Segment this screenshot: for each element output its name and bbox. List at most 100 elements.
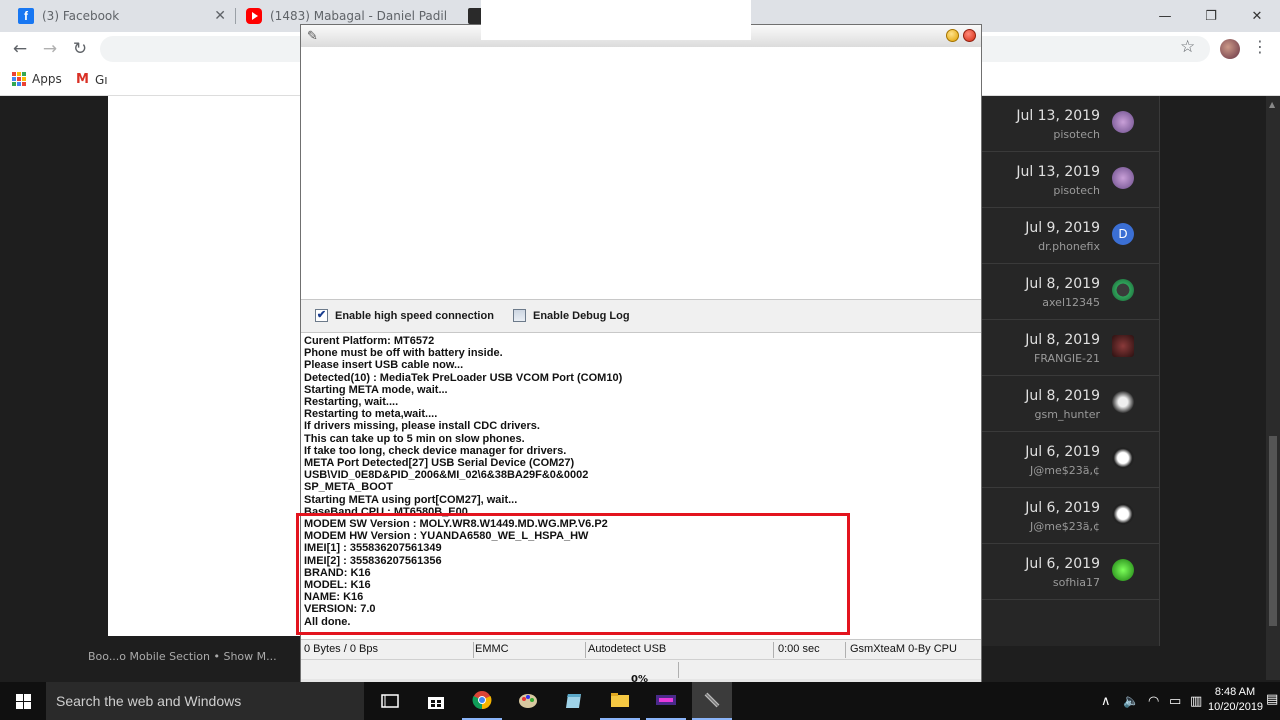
apps-grid-icon	[12, 72, 26, 86]
close-icon[interactable]: ✕	[1234, 0, 1280, 32]
avatar[interactable]	[1112, 447, 1134, 469]
clock-time: 8:48 AM	[1214, 686, 1256, 698]
post-user[interactable]: pisotech	[1053, 184, 1100, 197]
forum-row[interactable]: Jul 13, 2019 pisotech	[980, 152, 1160, 208]
log-line: USB\VID_0E8D&PID_2006&MI_02\6&38BA29F&0&…	[304, 469, 589, 482]
forward-icon[interactable]: →	[38, 37, 62, 61]
status-usb-mode: Autodetect USB	[588, 643, 667, 655]
forum-row[interactable]: Jul 8, 2019 FRANGIE-21	[980, 320, 1160, 376]
log-line: Detected(10) : MediaTek PreLoader USB VC…	[304, 371, 623, 384]
avatar[interactable]	[1112, 335, 1134, 357]
page-scrollbar[interactable]: ▲	[1266, 96, 1280, 680]
high-speed-label: Enable high speed connection	[335, 309, 494, 322]
status-time: 0:00 sec	[778, 643, 820, 655]
reload-icon[interactable]: ↻	[68, 37, 92, 61]
language-icon[interactable]: ▥	[1190, 694, 1202, 709]
chrome-button[interactable]	[462, 682, 502, 720]
post-user[interactable]: FRANGIE-21	[1034, 352, 1100, 365]
checkbox-checked-icon[interactable]: ✔	[315, 309, 328, 322]
back-icon[interactable]: ←	[8, 37, 32, 61]
highlight-box	[296, 513, 850, 635]
post-user[interactable]: J@me$23ä,¢	[1030, 464, 1100, 477]
checkbox-unchecked-icon[interactable]	[513, 309, 526, 322]
paint-button[interactable]	[508, 682, 548, 720]
restore-icon[interactable]: ❐	[1188, 0, 1234, 32]
bookmark-gmail[interactable]: M Gı	[76, 72, 108, 87]
notification-icon[interactable]: ▤	[1266, 692, 1278, 707]
log-line: If drivers missing, please install CDC d…	[304, 420, 540, 433]
post-user[interactable]: J@me$23ä,¢	[1030, 520, 1100, 533]
notes-button[interactable]	[554, 682, 594, 720]
forum-row[interactable]: Jul 6, 2019 sofhia17	[980, 544, 1160, 600]
volume-icon[interactable]: 🔈	[1123, 694, 1139, 709]
status-bar: 0 Bytes / 0 Bps EMMC Autodetect USB 0:00…	[301, 639, 981, 659]
close-icon[interactable]	[963, 29, 976, 42]
minimize-icon[interactable]: —	[1142, 0, 1188, 32]
debug-log-option[interactable]: Enable Debug Log	[513, 309, 630, 322]
taskbar-search-box[interactable]: Search the web and Windows	[46, 682, 364, 720]
app-main-panel	[301, 47, 981, 299]
log-line: SP_META_BOOT	[304, 481, 394, 494]
forum-post-list: Jul 13, 2019 pisotech Jul 13, 2019 pisot…	[980, 96, 1160, 646]
chevron-up-icon[interactable]: ∧	[1101, 694, 1111, 709]
log-line: If take too long, check device manager f…	[304, 444, 567, 457]
chrome-icon	[472, 691, 492, 710]
forum-row[interactable]: Jul 13, 2019 pisotech	[980, 96, 1160, 152]
post-user[interactable]: dr.phonefix	[1038, 240, 1100, 253]
scrollbar-thumb[interactable]	[1269, 436, 1277, 626]
post-user[interactable]: axel12345	[1042, 296, 1100, 309]
battery-icon[interactable]: ▭	[1169, 694, 1181, 709]
start-button[interactable]	[0, 682, 46, 720]
taskbar-clock[interactable]: 8:48 AM 10/20/2019	[1208, 685, 1263, 715]
options-bar: ✔ Enable high speed connection Enable De…	[301, 299, 981, 333]
post-date: Jul 8, 2019	[1025, 332, 1100, 348]
store-button[interactable]	[416, 682, 456, 720]
minimize-icon[interactable]	[946, 29, 959, 42]
post-date: Jul 9, 2019	[1025, 220, 1100, 236]
avatar[interactable]	[1112, 503, 1134, 525]
profile-avatar[interactable]	[1220, 39, 1240, 59]
forum-row[interactable]: Jul 6, 2019 J@me$23ä,¢	[980, 432, 1160, 488]
forum-footer-text[interactable]: Boo...o Mobile Section • Show M...	[88, 650, 277, 663]
high-speed-option[interactable]: ✔ Enable high speed connection	[315, 309, 494, 322]
avatar[interactable]	[1112, 111, 1134, 133]
avatar[interactable]	[1112, 167, 1134, 189]
post-date: Jul 6, 2019	[1025, 500, 1100, 516]
forum-row[interactable]: Jul 9, 2019 dr.phonefix D	[980, 208, 1160, 264]
gmail-icon: M	[76, 72, 89, 87]
tool-app-button[interactable]	[646, 682, 686, 720]
avatar[interactable]	[1112, 559, 1134, 581]
task-view-icon	[381, 694, 399, 708]
gsmxteam-taskbar-button[interactable]	[692, 682, 732, 720]
post-date: Jul 6, 2019	[1025, 556, 1100, 572]
windows-taskbar: Search the web and Windows ∧ 🔈 ◠ ▭ ▥ 8:4…	[0, 682, 1280, 720]
close-tab-icon[interactable]: ✕	[214, 8, 226, 24]
log-line: META Port Detected[27] USB Serial Device…	[304, 457, 575, 470]
log-line: Starting META using port[COM27], wait...	[304, 493, 518, 506]
folder-icon	[611, 693, 629, 707]
bookmark-star-icon[interactable]: ☆	[1180, 37, 1195, 57]
wifi-icon[interactable]: ◠	[1148, 694, 1159, 709]
menu-icon[interactable]: ⋮	[1252, 37, 1268, 56]
forum-row[interactable]: Jul 8, 2019 axel12345	[980, 264, 1160, 320]
forum-row[interactable]: Jul 8, 2019 gsm_hunter	[980, 376, 1160, 432]
tab-facebook[interactable]: f (3) Facebook ✕	[8, 0, 236, 32]
avatar[interactable]	[1112, 279, 1134, 301]
bookmark-label: Apps	[32, 72, 62, 86]
forum-row[interactable]: Jul 6, 2019 J@me$23ä,¢	[980, 488, 1160, 544]
bookmark-apps[interactable]: Apps	[12, 72, 62, 86]
post-user[interactable]: sofhia17	[1053, 576, 1100, 589]
post-user[interactable]: pisotech	[1053, 128, 1100, 141]
scroll-up-icon[interactable]: ▲	[1269, 100, 1275, 109]
avatar[interactable]: D	[1112, 223, 1134, 245]
browser-window-controls: — ❐ ✕	[1142, 0, 1280, 32]
post-user[interactable]: gsm_hunter	[1035, 408, 1100, 421]
facebook-icon: f	[18, 8, 34, 24]
status-divider	[773, 642, 774, 658]
log-line: Starting META mode, wait...	[304, 383, 448, 396]
avatar[interactable]	[1112, 391, 1134, 413]
tab-title: (3) Facebook	[42, 9, 120, 23]
file-explorer-button[interactable]	[600, 682, 640, 720]
gsmxteam-icon	[704, 692, 720, 708]
task-view-button[interactable]	[370, 682, 410, 720]
